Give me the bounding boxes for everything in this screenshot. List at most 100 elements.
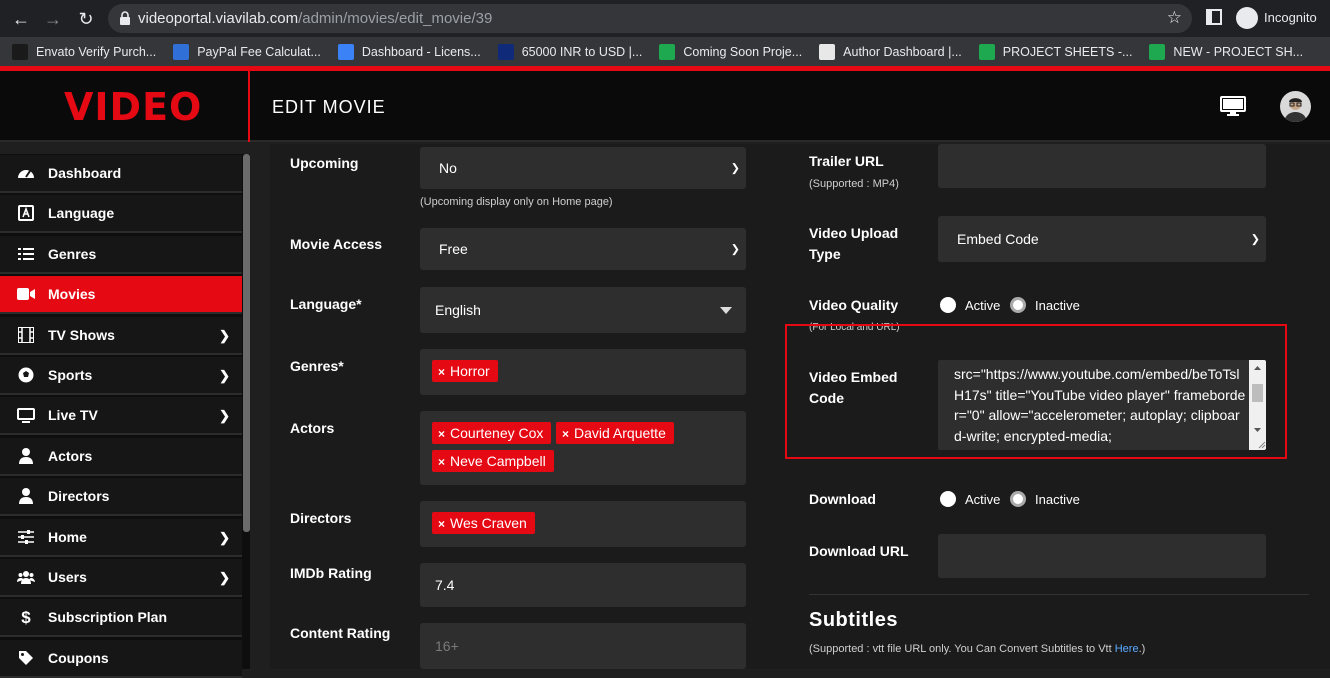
- actor-tag[interactable]: × Courteney Cox: [432, 422, 552, 444]
- subtitles-help: (Supported : vtt file URL only. You Can …: [809, 643, 1146, 655]
- remove-icon[interactable]: ×: [562, 427, 569, 441]
- director-tag[interactable]: × Wes Craven: [432, 512, 535, 534]
- monitor-icon[interactable]: [1220, 96, 1246, 116]
- convert-here-link[interactable]: Here: [1115, 643, 1139, 655]
- sidebar-item-tv-shows[interactable]: TV Shows ❯: [0, 316, 242, 355]
- bookmark-item[interactable]: PayPal Fee Calculat...: [173, 43, 321, 60]
- tab-search-icon[interactable]: [1206, 9, 1222, 25]
- download-active-radio[interactable]: [940, 491, 956, 507]
- chevron-right-icon: ❯: [219, 327, 230, 343]
- football-icon: [17, 366, 35, 384]
- sidebar-scrollbar[interactable]: [243, 154, 250, 532]
- actors-multiselect[interactable]: × Courteney Cox × David Arquette × Neve Cam…: [420, 411, 746, 485]
- sidebar-item-label: Users: [48, 569, 87, 585]
- actor-tag[interactable]: × Neve Campbell: [432, 450, 554, 472]
- sidebar-item-genres[interactable]: Genres: [0, 235, 242, 274]
- lock-icon: [120, 11, 130, 25]
- sidebar-item-directors[interactable]: Directors: [0, 478, 242, 517]
- sidebar-item-sports[interactable]: Sports ❯: [0, 357, 242, 395]
- video-camera-icon: [17, 285, 35, 303]
- sidebar-item-movies[interactable]: Movies: [0, 276, 242, 315]
- tag-icon: [17, 649, 35, 667]
- sidebar-item-users[interactable]: Users ❯: [0, 559, 242, 597]
- sidebar-item-coupons[interactable]: Coupons: [0, 639, 242, 678]
- reload-icon[interactable]: ↻: [75, 8, 97, 30]
- avatar[interactable]: [1280, 91, 1311, 122]
- svg-text:$: $: [21, 608, 31, 626]
- chevron-right-icon: ❯: [219, 368, 230, 383]
- chevron-down-icon: ❯: [730, 162, 740, 175]
- chevron-right-icon: ❯: [219, 529, 230, 545]
- content-rating-input[interactable]: 16+: [420, 623, 746, 669]
- textarea-scrollbar[interactable]: [1249, 360, 1266, 450]
- directors-multiselect[interactable]: × Wes Craven: [420, 501, 746, 547]
- sidebar-item-subscription-plan[interactable]: $ Subscription Plan: [0, 599, 242, 638]
- quality-active-radio[interactable]: [940, 297, 956, 313]
- bookmark-item[interactable]: PROJECT SHEETS -...: [978, 43, 1132, 60]
- movie-access-label: Movie Access: [290, 236, 383, 252]
- bookmark-item[interactable]: Envato Verify Purch...: [12, 43, 156, 60]
- bookmark-item[interactable]: 65000 INR to USD |...: [497, 43, 643, 60]
- actors-label: Actors: [290, 420, 335, 436]
- upload-type-select[interactable]: Embed Code ❯: [938, 216, 1266, 262]
- language-label: Language*: [290, 296, 362, 312]
- download-inactive-label: Inactive: [1035, 492, 1080, 507]
- sidebar-item-home[interactable]: Home ❯: [0, 518, 242, 557]
- sidebar-item-language[interactable]: Language: [0, 195, 242, 234]
- actor-tag[interactable]: × David Arquette: [556, 422, 674, 444]
- url-text: videoportal.viavilab.com/admin/movies/ed…: [138, 10, 493, 27]
- embed-code-textarea[interactable]: src="https://www.youtube.com/embed/beToT…: [938, 360, 1266, 450]
- remove-icon[interactable]: ×: [438, 455, 445, 469]
- sidebar: Dashboard Language Genres Movies TV Shows ❯ Sp…: [0, 154, 250, 678]
- film-icon: [17, 326, 35, 344]
- upcoming-select[interactable]: No ❯: [420, 147, 746, 189]
- back-icon[interactable]: ←: [10, 8, 32, 30]
- bookmark-label: 65000 INR to USD |...: [521, 44, 643, 59]
- subtitles-heading: Subtitles: [809, 609, 898, 631]
- trailer-url-label: Trailer URL: [809, 153, 884, 169]
- sidebar-item-label: Home: [48, 528, 87, 545]
- browser-toolbar: ← → ↻ videoportal.viavilab.com/admin/mov…: [0, 0, 1330, 37]
- bookmarks-bar: Envato Verify Purch... PayPal Fee Calcula…: [0, 37, 1330, 66]
- bookmark-favicon-icon: [978, 43, 995, 60]
- list-icon: [17, 245, 35, 263]
- bookmark-item[interactable]: Dashboard - Licens...: [337, 43, 481, 60]
- bookmark-favicon-icon: [337, 43, 354, 60]
- upload-type-label: Video Upload Type: [809, 225, 899, 262]
- imdb-label: IMDb Rating: [290, 565, 372, 581]
- sidebar-item-label: Sports: [48, 367, 93, 383]
- bookmark-label: PayPal Fee Calculat...: [197, 44, 321, 59]
- chevron-right-icon: ❯: [219, 570, 230, 585]
- quality-inactive-radio[interactable]: [1010, 297, 1026, 313]
- bookmark-star-icon[interactable]: ☆: [1167, 8, 1182, 28]
- genre-tag[interactable]: × Horror: [432, 360, 498, 382]
- bookmark-item[interactable]: NEW - PROJECT SH...: [1149, 43, 1304, 60]
- address-bar[interactable]: videoportal.viavilab.com/admin/movies/ed…: [108, 4, 1192, 33]
- trailer-url-input[interactable]: [938, 144, 1266, 188]
- sliders-icon: [17, 528, 35, 546]
- video-quality-label: Video Quality: [809, 297, 899, 313]
- language-select[interactable]: English: [420, 287, 746, 333]
- movie-access-select[interactable]: Free ❯: [420, 228, 746, 270]
- sidebar-item-label: Language: [48, 205, 115, 222]
- download-url-input[interactable]: [938, 534, 1266, 578]
- sidebar-item-label: Movies: [48, 286, 96, 303]
- sidebar-item-live-tv[interactable]: Live TV ❯: [0, 397, 242, 436]
- remove-icon[interactable]: ×: [438, 517, 445, 531]
- bookmark-item[interactable]: Author Dashboard |...: [819, 43, 962, 60]
- sidebar-item-dashboard[interactable]: Dashboard: [0, 155, 242, 193]
- sidebar-item-actors[interactable]: Actors: [0, 437, 242, 476]
- imdb-input[interactable]: 7.4: [420, 563, 746, 607]
- bookmark-label: NEW - PROJECT SH...: [1173, 44, 1304, 59]
- remove-icon[interactable]: ×: [438, 427, 445, 441]
- forward-icon[interactable]: →: [42, 8, 64, 30]
- embed-code-text: src="https://www.youtube.com/embed/beToT…: [954, 366, 1246, 444]
- bookmark-item[interactable]: Coming Soon Proje...: [659, 43, 802, 60]
- chevron-down-icon: ❯: [1250, 233, 1260, 246]
- genres-multiselect[interactable]: × Horror: [420, 349, 746, 395]
- remove-icon[interactable]: ×: [438, 365, 445, 379]
- dashboard-icon: [17, 164, 35, 182]
- logo[interactable]: VIDEO: [0, 71, 250, 142]
- incognito-icon[interactable]: [1236, 7, 1258, 29]
- download-inactive-radio[interactable]: [1010, 491, 1026, 507]
